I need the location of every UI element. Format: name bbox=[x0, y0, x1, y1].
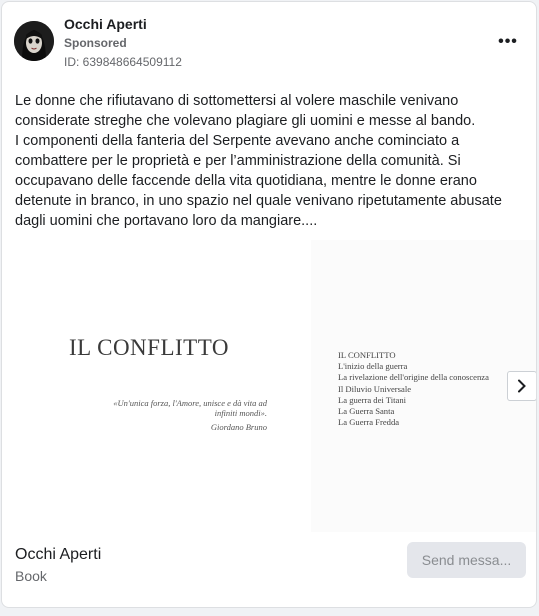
carousel-next-button[interactable] bbox=[507, 371, 536, 401]
avatar[interactable] bbox=[14, 21, 54, 61]
book-quote: «Un'unica forza, l'Amore, unisce e dà vi… bbox=[113, 398, 267, 418]
ad-card: Occhi Aperti Sponsored ID: 6398486645091… bbox=[1, 1, 537, 608]
toc-item: La Guerra Fredda bbox=[338, 417, 400, 428]
carousel-slide-title[interactable]: IL CONFLITTO «Un'unica forza, l'Amore, u… bbox=[2, 240, 307, 532]
toc-item: La guerra dei Titani bbox=[338, 394, 407, 405]
toc-item: La Guerra Santa bbox=[338, 406, 395, 417]
toc-item: L'inizio della guerra bbox=[338, 361, 408, 372]
carousel-slide-contents[interactable]: IL CONFLITTO L'inizio della guerra La ri… bbox=[311, 240, 536, 532]
doll-face-icon bbox=[14, 21, 54, 61]
ad-id: ID: 639848664509112 bbox=[64, 55, 182, 69]
ad-header: Occhi Aperti Sponsored ID: 6398486645091… bbox=[2, 2, 536, 82]
more-options-button[interactable]: ••• bbox=[494, 30, 522, 54]
chevron-right-icon bbox=[518, 379, 526, 393]
footer-category: Book bbox=[15, 568, 47, 584]
toc-item: Il Diluvio Universale bbox=[338, 383, 412, 394]
more-options-icon: ••• bbox=[498, 33, 518, 50]
sponsored-label: Sponsored bbox=[64, 36, 127, 50]
send-message-button[interactable]: Send messa... bbox=[407, 542, 526, 578]
image-carousel[interactable]: IL CONFLITTO «Un'unica forza, l'Amore, u… bbox=[2, 240, 536, 532]
table-of-contents: IL CONFLITTO L'inizio della guerra La ri… bbox=[338, 350, 489, 428]
book-title: IL CONFLITTO bbox=[69, 335, 229, 360]
quote-author: Giordano Bruno bbox=[210, 422, 267, 432]
page-name[interactable]: Occhi Aperti bbox=[64, 16, 147, 32]
footer-page-name[interactable]: Occhi Aperti bbox=[15, 546, 101, 564]
toc-item: La rivelazione dell'origine della conosc… bbox=[338, 372, 489, 383]
post-text: Le donne che rifiutavano di sottometters… bbox=[15, 93, 502, 229]
toc-item: IL CONFLITTO bbox=[338, 350, 396, 360]
